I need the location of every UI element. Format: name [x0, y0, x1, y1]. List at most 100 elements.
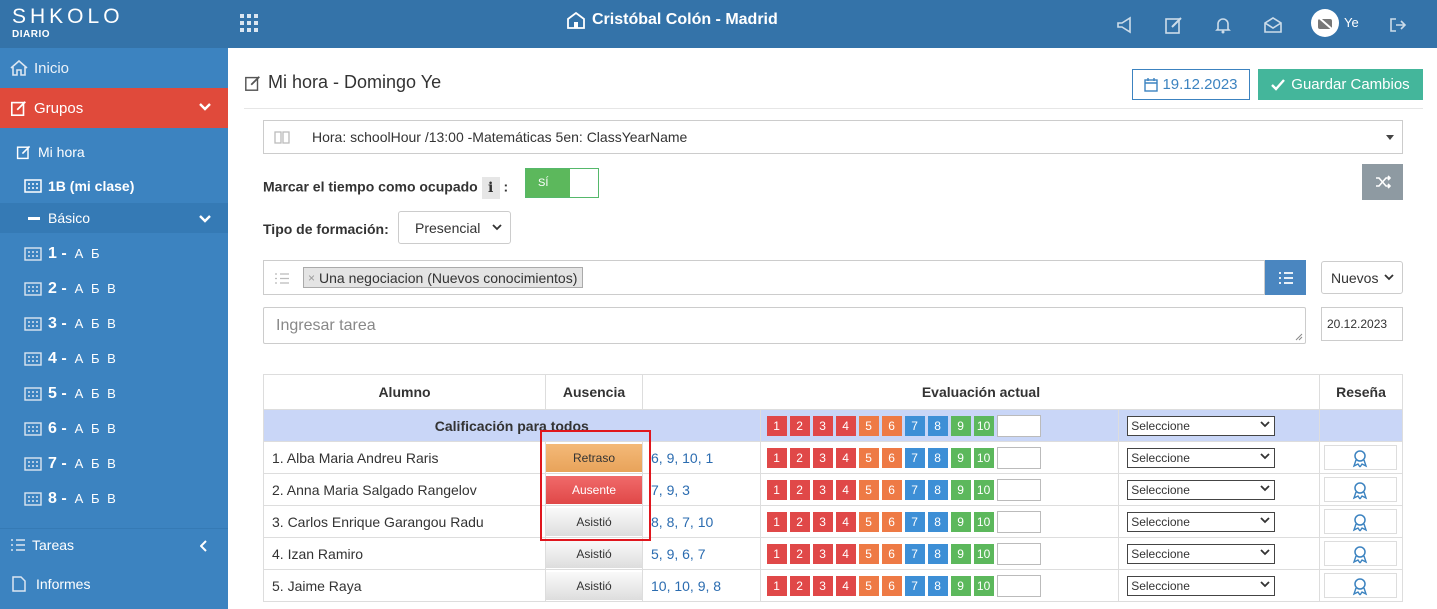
grade-button[interactable]: 9	[950, 543, 971, 564]
grade-type-select[interactable]: Seleccione	[1127, 511, 1276, 532]
topics-list-button[interactable]	[1265, 260, 1306, 295]
grade-input[interactable]	[996, 542, 1041, 565]
edit-icon[interactable]	[1164, 15, 1184, 35]
sidebar-item-informes[interactable]: Informes	[0, 568, 228, 600]
grade-button[interactable]: 4	[835, 447, 856, 468]
grade-button[interactable]: 9	[950, 511, 971, 532]
grade-button[interactable]: 1	[766, 543, 787, 564]
grade-button[interactable]: 4	[835, 415, 856, 436]
apps-grid-icon[interactable]	[240, 14, 258, 32]
grade-button[interactable]: 1	[766, 479, 787, 500]
grade-input[interactable]	[996, 414, 1041, 437]
grade-button[interactable]: 2	[789, 447, 810, 468]
grade-button[interactable]: 8	[927, 511, 948, 532]
grade-button[interactable]: 5	[858, 447, 879, 468]
busy-toggle[interactable]: SÍ	[525, 168, 599, 198]
grade-button[interactable]: 7	[904, 575, 925, 596]
review-button[interactable]	[1323, 541, 1397, 566]
grade-button[interactable]: 2	[789, 575, 810, 596]
student-name[interactable]: 2. Anna Maria Salgado Rangelov	[263, 473, 546, 506]
sidebar-item-basico[interactable]: Básico	[0, 203, 228, 233]
grade-button[interactable]: 10	[973, 543, 994, 564]
current-marks[interactable]: 6, 9, 10, 1	[642, 441, 761, 474]
training-select[interactable]: Presencial	[398, 211, 511, 244]
megaphone-icon[interactable]	[1115, 15, 1135, 35]
sidebar-item-group[interactable]: 2 - А Б В	[0, 271, 228, 306]
grade-type-select[interactable]: Seleccione	[1127, 479, 1276, 500]
grade-button[interactable]: 9	[950, 479, 971, 500]
grade-type-select[interactable]: Seleccione	[1127, 447, 1276, 468]
grade-button[interactable]: 5	[858, 543, 879, 564]
shuffle-button[interactable]	[1362, 164, 1403, 200]
grade-button[interactable]: 8	[927, 479, 948, 500]
current-marks[interactable]: 10, 10, 9, 8	[642, 569, 761, 602]
date-button[interactable]: 19.12.2023	[1132, 69, 1250, 100]
grade-button[interactable]: 3	[812, 575, 833, 596]
review-button[interactable]	[1323, 445, 1397, 470]
grade-button[interactable]: 10	[973, 511, 994, 532]
grade-button[interactable]: 10	[973, 447, 994, 468]
review-button[interactable]	[1323, 477, 1397, 502]
grade-button[interactable]: 1	[766, 415, 787, 436]
grade-button[interactable]: 6	[881, 479, 902, 500]
info-icon[interactable]: i	[481, 177, 500, 199]
grade-button[interactable]: 4	[835, 479, 856, 500]
tag-remove-icon[interactable]: ×	[308, 271, 315, 285]
grade-button[interactable]: 7	[904, 415, 925, 436]
grade-button[interactable]: 7	[904, 543, 925, 564]
grade-button[interactable]: 8	[927, 415, 948, 436]
task-input[interactable]: Ingresar tarea	[263, 307, 1306, 344]
sidebar-item-inicio[interactable]: Inicio	[0, 48, 228, 88]
grade-button[interactable]: 6	[881, 415, 902, 436]
grade-type-select[interactable]: Seleccione	[1127, 543, 1276, 564]
current-marks[interactable]: 5, 9, 6, 7	[642, 537, 761, 570]
grade-button[interactable]: 5	[858, 479, 879, 500]
grade-button[interactable]: 2	[789, 543, 810, 564]
absence-button[interactable]: Asistió	[546, 571, 642, 600]
grade-button[interactable]: 10	[973, 479, 994, 500]
grade-input[interactable]	[996, 478, 1041, 501]
grade-button[interactable]: 1	[766, 511, 787, 532]
grade-button[interactable]: 5	[858, 415, 879, 436]
grade-button[interactable]: 8	[927, 543, 948, 564]
sidebar-item-grupos[interactable]: Grupos	[0, 88, 228, 128]
topic-type-select[interactable]: Nuevos	[1321, 261, 1403, 294]
user-name[interactable]: Ye	[1344, 15, 1359, 30]
sidebar-item-tareas[interactable]: Tareas	[0, 528, 228, 560]
sidebar-item-mi-hora[interactable]: Mi hora	[0, 135, 228, 169]
grade-button[interactable]: 2	[789, 511, 810, 532]
grade-button[interactable]: 10	[973, 575, 994, 596]
logout-icon[interactable]	[1388, 15, 1408, 35]
grade-button[interactable]: 2	[789, 415, 810, 436]
grade-button[interactable]: 10	[973, 415, 994, 436]
grade-button[interactable]: 8	[927, 575, 948, 596]
sidebar-item-group[interactable]: 5 - А Б В	[0, 376, 228, 411]
student-name[interactable]: 3. Carlos Enrique Garangou Radu	[263, 505, 546, 538]
review-button[interactable]	[1323, 509, 1397, 534]
grade-button[interactable]: 6	[881, 543, 902, 564]
student-name[interactable]: 1. Alba Maria Andreu Raris	[263, 441, 546, 474]
grade-button[interactable]: 4	[835, 575, 856, 596]
hour-select[interactable]: Hora: schoolHour /13:00 -Matemáticas 5en…	[263, 120, 1403, 154]
sidebar-item-group[interactable]: 8 - А Б В	[0, 481, 228, 516]
review-button[interactable]	[1323, 573, 1397, 598]
student-name[interactable]: 4. Izan Ramiro	[263, 537, 546, 570]
grade-button[interactable]: 5	[858, 511, 879, 532]
grade-button[interactable]: 3	[812, 479, 833, 500]
grade-button[interactable]: 3	[812, 415, 833, 436]
grade-button[interactable]: 9	[950, 415, 971, 436]
sidebar-item-group[interactable]: 4 - А Б В	[0, 341, 228, 376]
grade-button[interactable]: 5	[858, 575, 879, 596]
grade-button[interactable]: 4	[835, 511, 856, 532]
grade-button[interactable]: 1	[766, 575, 787, 596]
topic-tags-input[interactable]: × Una negociacion (Nuevos conocimientos)	[263, 260, 1265, 295]
grade-button[interactable]: 8	[927, 447, 948, 468]
grade-button[interactable]: 6	[881, 511, 902, 532]
sidebar-item-group[interactable]: 7 - А Б В	[0, 446, 228, 481]
grade-button[interactable]: 7	[904, 511, 925, 532]
save-button[interactable]: Guardar Cambios	[1258, 69, 1423, 100]
grade-type-select[interactable]: Seleccione	[1127, 575, 1276, 596]
sidebar-item-group[interactable]: 1 - А Б	[0, 236, 228, 271]
grade-button[interactable]: 6	[881, 575, 902, 596]
grade-button[interactable]: 7	[904, 479, 925, 500]
